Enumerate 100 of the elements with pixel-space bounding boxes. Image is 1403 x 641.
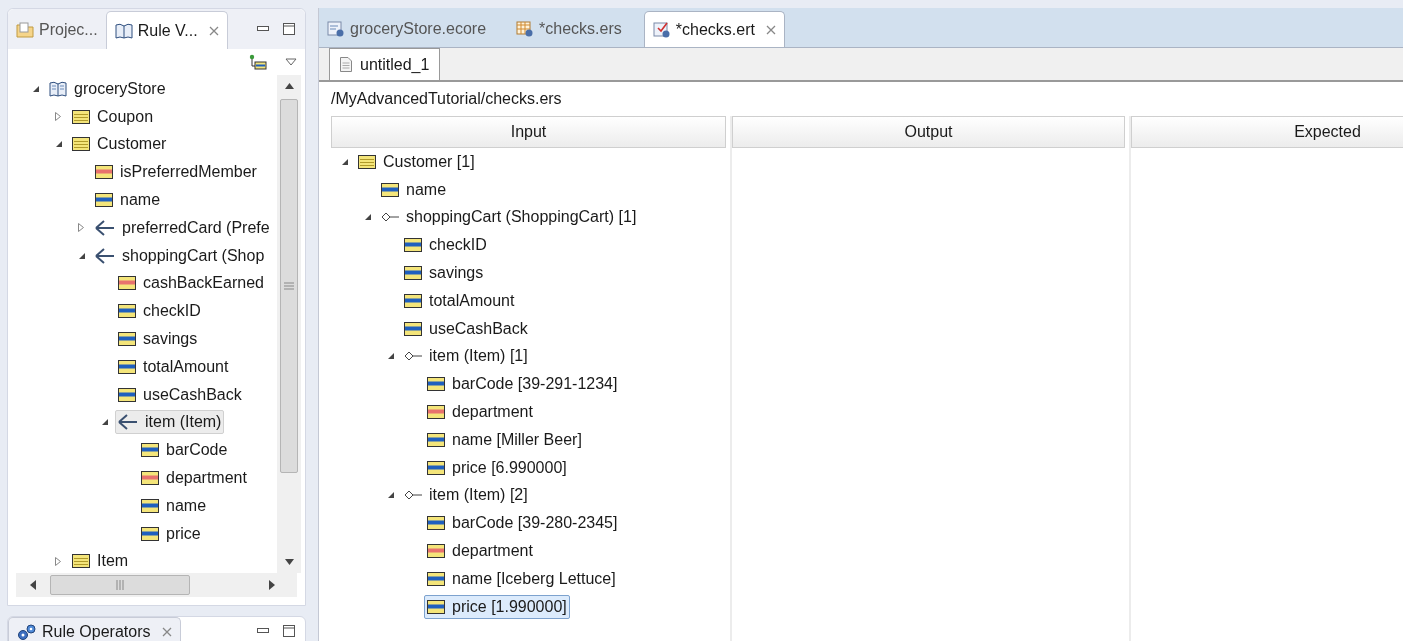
minimize-icon[interactable] bbox=[257, 628, 269, 634]
tree-item[interactable]: price [6.990000] bbox=[424, 455, 570, 480]
attribute-icon bbox=[427, 516, 445, 531]
close-icon[interactable] bbox=[161, 626, 172, 637]
scrollbar-thumb[interactable] bbox=[280, 99, 298, 473]
book-icon bbox=[114, 22, 133, 39]
tree-item[interactable]: name [Miller Beer] bbox=[424, 427, 585, 452]
collapsed-icon[interactable] bbox=[78, 223, 84, 233]
expanded-icon[interactable] bbox=[387, 491, 395, 500]
attribute-icon bbox=[427, 599, 445, 614]
tree-item[interactable]: cashBackEarned bbox=[115, 271, 267, 296]
horizontal-scrollbar[interactable] bbox=[16, 573, 297, 597]
attribute-icon bbox=[427, 544, 445, 559]
scrollbar-thumb[interactable] bbox=[50, 575, 190, 595]
tree-item[interactable]: savings bbox=[401, 261, 487, 286]
grip-icon bbox=[284, 282, 294, 290]
tree-item[interactable]: Customer [1] bbox=[355, 149, 478, 174]
expanded-icon[interactable] bbox=[55, 140, 63, 149]
tab[interactable]: *checks.ert bbox=[643, 11, 785, 47]
attribute-icon bbox=[404, 321, 422, 336]
fork-arrow-icon bbox=[95, 247, 115, 264]
expanded-icon[interactable] bbox=[364, 213, 372, 222]
class-icon bbox=[72, 137, 90, 152]
tree-item[interactable]: name bbox=[378, 177, 450, 202]
tree-item[interactable]: barCode [39-280-2345] bbox=[424, 511, 621, 536]
vertical-scrollbar[interactable] bbox=[277, 75, 301, 573]
tree-item[interactable]: item (Item) [1] bbox=[401, 344, 531, 369]
folder-icon bbox=[16, 22, 34, 38]
tree-item[interactable]: Customer bbox=[69, 132, 170, 157]
tree-item[interactable]: totalAmount bbox=[401, 288, 518, 313]
test-file-icon bbox=[652, 21, 671, 38]
close-icon[interactable] bbox=[208, 25, 219, 36]
column-header[interactable]: Output bbox=[732, 116, 1125, 148]
tree-item[interactable]: shoppingCart (Shop bbox=[92, 243, 268, 268]
class-icon bbox=[358, 154, 376, 169]
expanded-icon[interactable] bbox=[101, 418, 109, 427]
attribute-icon bbox=[381, 182, 399, 197]
column-header[interactable]: Expected bbox=[1131, 116, 1403, 148]
attribute-icon bbox=[141, 443, 159, 458]
tree-item[interactable]: totalAmount bbox=[115, 354, 232, 379]
tree-item[interactable]: preferredCard (Prefe bbox=[92, 215, 273, 240]
tree-item[interactable]: department bbox=[424, 400, 536, 425]
link-editor-icon[interactable] bbox=[249, 54, 267, 70]
scroll-up-icon[interactable] bbox=[284, 83, 294, 89]
collapsed-icon[interactable] bbox=[55, 112, 61, 122]
tree-item[interactable]: groceryStore bbox=[46, 76, 169, 101]
tree-item[interactable]: name bbox=[92, 188, 164, 213]
attribute-icon bbox=[427, 432, 445, 447]
tree-item[interactable]: name bbox=[138, 493, 210, 518]
expanded-icon[interactable] bbox=[341, 157, 349, 166]
attribute-icon bbox=[141, 471, 159, 486]
attribute-icon bbox=[427, 377, 445, 392]
book-icon bbox=[49, 80, 67, 97]
expanded-icon[interactable] bbox=[78, 251, 86, 260]
tab[interactable]: groceryStore.ecore bbox=[319, 11, 495, 47]
attribute-icon bbox=[427, 405, 445, 420]
column-header[interactable]: Input bbox=[331, 116, 726, 148]
attribute-icon bbox=[404, 238, 422, 253]
tree-item[interactable]: useCashBack bbox=[401, 316, 531, 341]
attribute-icon bbox=[95, 165, 113, 180]
expanded-icon[interactable] bbox=[387, 352, 395, 361]
tree-item[interactable]: item (Item) [2] bbox=[401, 483, 531, 508]
tree-item[interactable]: useCashBack bbox=[115, 382, 245, 407]
tree-item[interactable]: barCode [39-291-1234] bbox=[424, 372, 621, 397]
attribute-icon bbox=[404, 293, 422, 308]
tree-item[interactable]: department bbox=[138, 466, 250, 491]
maximize-icon[interactable] bbox=[283, 625, 295, 637]
scroll-down-icon[interactable] bbox=[284, 559, 294, 565]
attribute-icon bbox=[95, 193, 113, 208]
view-menu-icon[interactable] bbox=[285, 58, 297, 66]
expanded-icon[interactable] bbox=[32, 84, 40, 93]
tree-item[interactable]: isPreferredMember bbox=[92, 160, 260, 185]
scroll-left-icon[interactable] bbox=[30, 580, 36, 590]
file-path: /MyAdvancedTutorial/checks.ers bbox=[330, 89, 563, 109]
tab[interactable]: Rule Operators bbox=[8, 617, 181, 641]
tab[interactable]: Projec... bbox=[8, 11, 106, 49]
tree-item[interactable]: checkID bbox=[115, 299, 204, 324]
tree-item[interactable]: savings bbox=[115, 327, 201, 352]
close-icon[interactable] bbox=[765, 24, 776, 35]
scroll-right-icon[interactable] bbox=[269, 580, 275, 590]
tree-item[interactable]: Coupon bbox=[69, 104, 157, 129]
collapsed-icon[interactable] bbox=[55, 556, 61, 566]
tree-item[interactable]: Item bbox=[69, 549, 132, 573]
tab[interactable]: Rule V... bbox=[105, 11, 228, 49]
attribute-icon bbox=[118, 359, 136, 374]
tree-item[interactable]: price [1.990000] bbox=[424, 594, 570, 619]
tree-item[interactable]: department bbox=[424, 539, 536, 564]
tree-item[interactable]: shoppingCart (ShoppingCart) [1] bbox=[378, 205, 640, 230]
tree-item[interactable]: item (Item) bbox=[115, 410, 225, 435]
tree-item[interactable]: checkID bbox=[401, 233, 490, 258]
tab[interactable]: *checks.ers bbox=[508, 11, 630, 47]
diamond-line-icon bbox=[404, 490, 422, 501]
tree-item[interactable]: name [Iceberg Lettuce] bbox=[424, 566, 619, 591]
tree-item[interactable]: price bbox=[138, 521, 204, 546]
maximize-icon[interactable] bbox=[283, 23, 295, 35]
tab[interactable]: untitled_1 bbox=[329, 48, 441, 80]
tree-item[interactable]: barCode bbox=[138, 438, 231, 463]
grip-icon bbox=[116, 580, 124, 590]
table-file-icon bbox=[516, 21, 535, 37]
minimize-icon[interactable] bbox=[257, 26, 269, 32]
